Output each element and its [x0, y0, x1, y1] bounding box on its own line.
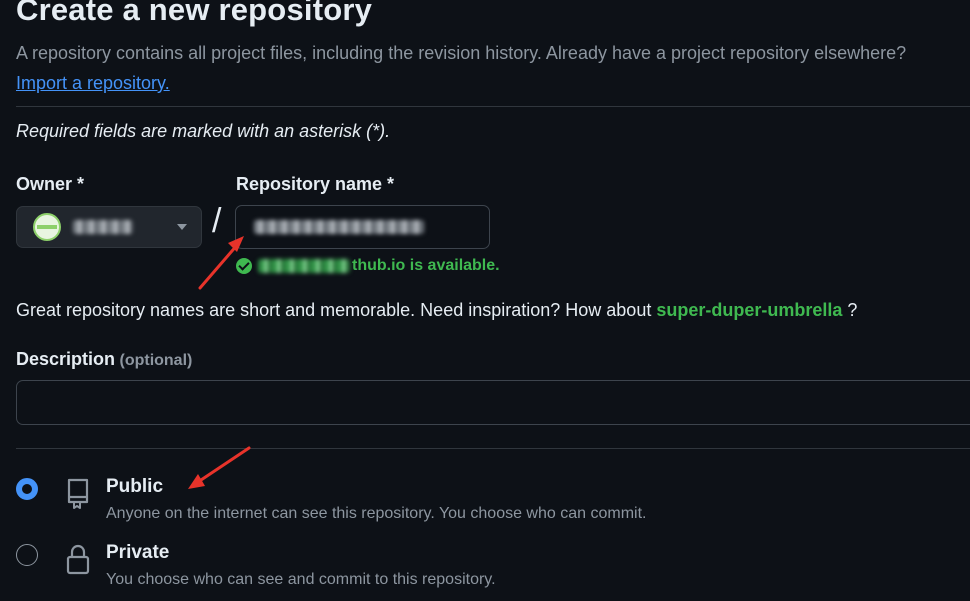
repository-name-input[interactable]: [235, 205, 490, 249]
required-fields-note: Required fields are marked with an aster…: [16, 121, 391, 141]
private-subtitle: You choose who can see and commit to thi…: [106, 571, 496, 588]
name-suggestion: Great repository names are short and mem…: [16, 300, 857, 321]
suggestion-suffix: ?: [847, 300, 858, 320]
avatar: [33, 213, 61, 241]
check-circle-icon: [236, 258, 252, 274]
public-radio[interactable]: [16, 478, 38, 500]
description-input[interactable]: [16, 380, 970, 425]
suggestion-text: Great repository names are short and mem…: [16, 300, 652, 320]
divider: [16, 448, 970, 449]
private-radio[interactable]: [16, 544, 38, 566]
intro-description: A repository contains all project files,…: [16, 43, 907, 63]
repository-name-value-redacted: [254, 220, 424, 234]
optional-hint: (optional): [119, 352, 193, 369]
owner-repo-separator: /: [212, 202, 222, 240]
private-title: Private: [106, 542, 170, 563]
public-text: Public Anyone on the internet can see th…: [106, 476, 646, 525]
divider: [16, 106, 970, 107]
owner-dropdown[interactable]: [16, 206, 202, 248]
intro-text: A repository contains all project files,…: [16, 38, 946, 98]
owner-name-redacted: [73, 220, 133, 234]
visibility-option-private[interactable]: Private You choose who can see and commi…: [16, 542, 496, 591]
availability-message: thub.io is available.: [236, 257, 500, 275]
description-label: Description: [16, 349, 116, 369]
lock-icon: [66, 544, 90, 575]
import-repository-link[interactable]: Import a repository.: [16, 73, 170, 93]
availability-name-redacted: [258, 259, 350, 273]
availability-text: thub.io is available.: [352, 257, 500, 274]
owner-label: Owner *: [16, 174, 85, 194]
public-subtitle: Anyone on the internet can see this repo…: [106, 505, 647, 522]
public-title: Public: [106, 476, 164, 497]
description-label-row: Description (optional): [16, 349, 192, 370]
page-title: Create a new repository: [16, 0, 373, 27]
visibility-option-public[interactable]: Public Anyone on the internet can see th…: [16, 476, 646, 525]
chevron-down-icon: [177, 224, 187, 230]
repo-icon: [67, 478, 89, 509]
private-text: Private You choose who can see and commi…: [106, 542, 496, 591]
repository-name-label: Repository name *: [236, 174, 395, 194]
suggested-name-link[interactable]: super-duper-umbrella: [656, 300, 842, 320]
